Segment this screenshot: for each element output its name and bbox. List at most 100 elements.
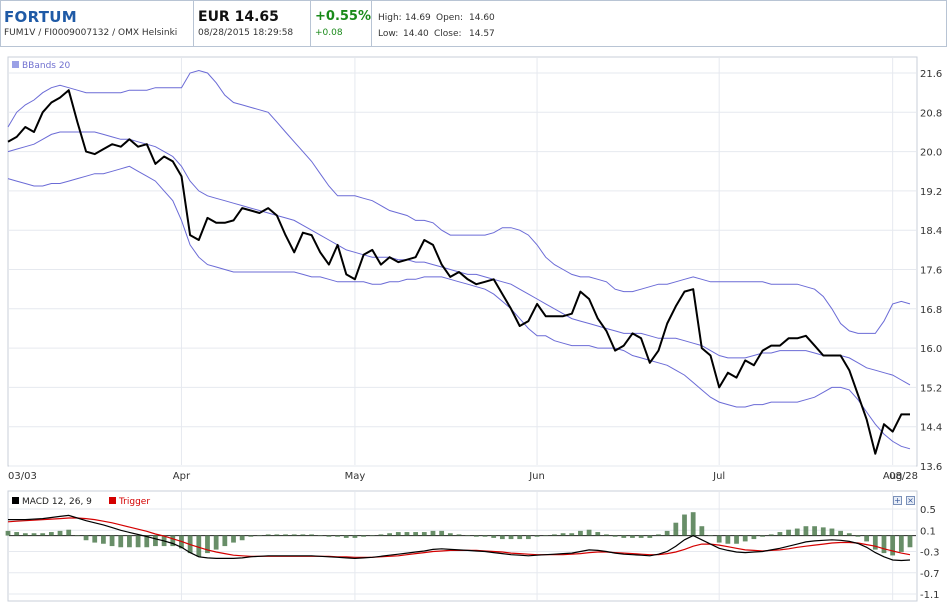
histogram-bar [300, 534, 306, 536]
main-y-tick-label: 14.4 [920, 423, 942, 434]
histogram-bar [465, 535, 471, 537]
expand-panel-icon[interactable]: + [893, 496, 902, 505]
histogram-bar [604, 534, 609, 536]
macd-y-axis: 0.5 0.1 -0.3 -0.7 -1.1 [920, 505, 940, 601]
histogram-bar [361, 535, 366, 537]
histogram-bar [829, 528, 835, 536]
histogram-bar [456, 534, 462, 536]
main-y-tick-label: 19.2 [920, 187, 942, 198]
histogram-bar [690, 512, 696, 536]
histogram-bar [820, 527, 826, 536]
histogram-bar [317, 535, 323, 537]
histogram-bar [768, 534, 774, 536]
histogram-bar [569, 533, 575, 536]
histogram-bar [682, 514, 687, 536]
histogram-bar [656, 534, 661, 536]
x-tick-label: May [345, 471, 366, 482]
macd-y-tick-label: 0.5 [920, 505, 936, 516]
histogram-bar [864, 535, 870, 542]
histogram-bar [430, 530, 436, 536]
histogram-bar [291, 534, 297, 536]
histogram-bar [612, 535, 618, 537]
histogram-bar [812, 526, 817, 536]
macd-legend-label: MACD 12, 26, 9 [22, 497, 92, 507]
histogram-bar [231, 535, 236, 543]
main-y-tick-label: 21.6 [920, 69, 942, 80]
histogram-bar [664, 530, 670, 536]
close-panel-icon[interactable]: × [906, 496, 915, 505]
histogram-bar [552, 534, 557, 536]
histogram-bar [439, 530, 445, 536]
histogram-bar [586, 529, 592, 536]
histogram-bar [14, 532, 20, 536]
histogram-bar [543, 535, 549, 537]
histogram-bar [248, 535, 254, 537]
histogram-bar [257, 535, 262, 537]
histogram-bar [647, 535, 653, 538]
main-y-tick-label: 16.0 [920, 344, 942, 355]
histogram-bar [803, 526, 809, 536]
histogram-bar [890, 535, 896, 556]
macd-y-tick-label: 0.1 [920, 526, 936, 537]
main-y-tick-label: 15.2 [920, 383, 942, 394]
histogram-bar [239, 535, 245, 541]
histogram-bar [413, 532, 419, 536]
histogram-bar [22, 533, 28, 536]
trigger-legend-swatch [109, 497, 116, 504]
histogram-bar [57, 530, 63, 536]
histogram-bar [578, 530, 583, 536]
histogram-bar [387, 533, 393, 536]
histogram-bar [222, 535, 228, 547]
histogram-bar [638, 535, 644, 538]
histogram-bar [621, 535, 627, 538]
histogram-bar [525, 535, 531, 540]
x-axis: 03/03 Apr May Jun Jul Aug08/28 [8, 471, 918, 482]
histogram-bar [74, 535, 80, 537]
x-tick-label: 08/28 [889, 471, 918, 482]
x-tick-label: Apr [173, 471, 191, 482]
histogram-bar [404, 532, 410, 536]
main-y-tick-label: 17.6 [920, 266, 942, 277]
histogram-bar [751, 535, 757, 540]
histogram-bar [708, 535, 713, 537]
main-y-tick-label: 20.0 [920, 148, 942, 159]
histogram-bar [725, 535, 731, 544]
histogram-bar [482, 535, 488, 537]
histogram-bar [473, 535, 479, 537]
histogram-bar [378, 534, 384, 536]
macd-legend-swatch [12, 497, 19, 504]
stock-chart: 21.6 20.8 20.0 19.2 18.4 17.6 16.8 16.0 15.2 14.4… [5, 56, 942, 602]
main-y-axis: 21.6 20.8 20.0 19.2 18.4 17.6 16.8 16.0 15.2 14.4… [920, 69, 942, 473]
histogram-bar [560, 533, 566, 536]
macd-y-tick-label: -1.1 [920, 590, 940, 601]
histogram-bar [630, 535, 635, 538]
histogram-bar [838, 530, 844, 536]
bbands-legend-label: BBands 20 [22, 61, 71, 71]
histogram-bar [499, 535, 505, 540]
main-y-tick-label: 18.4 [920, 226, 942, 237]
main-y-tick-label: 13.6 [920, 462, 942, 473]
histogram-bar [716, 535, 722, 543]
histogram-bar [369, 535, 375, 537]
histogram-bar [92, 535, 98, 543]
histogram-bar [881, 535, 887, 554]
histogram-bar [352, 535, 358, 538]
histogram-bar [265, 534, 271, 536]
histogram-bar [83, 535, 89, 541]
main-plot-frame [7, 56, 918, 467]
histogram-bar [699, 526, 705, 536]
histogram-bar [66, 529, 72, 536]
histogram-bar [491, 535, 497, 538]
histogram-bar [447, 533, 453, 536]
histogram-bar [48, 532, 54, 536]
histogram-bar [742, 535, 748, 542]
histogram-bar [40, 533, 46, 536]
main-y-tick-label: 20.8 [920, 108, 942, 119]
histogram-bar [517, 535, 523, 540]
histogram-bar [335, 535, 340, 537]
histogram-bar [31, 533, 37, 536]
histogram-bar [734, 535, 739, 544]
histogram-bar [508, 535, 514, 540]
macd-legend[interactable]: MACD 12, 26, 9 Trigger [12, 497, 150, 507]
histogram-bar [846, 533, 852, 536]
